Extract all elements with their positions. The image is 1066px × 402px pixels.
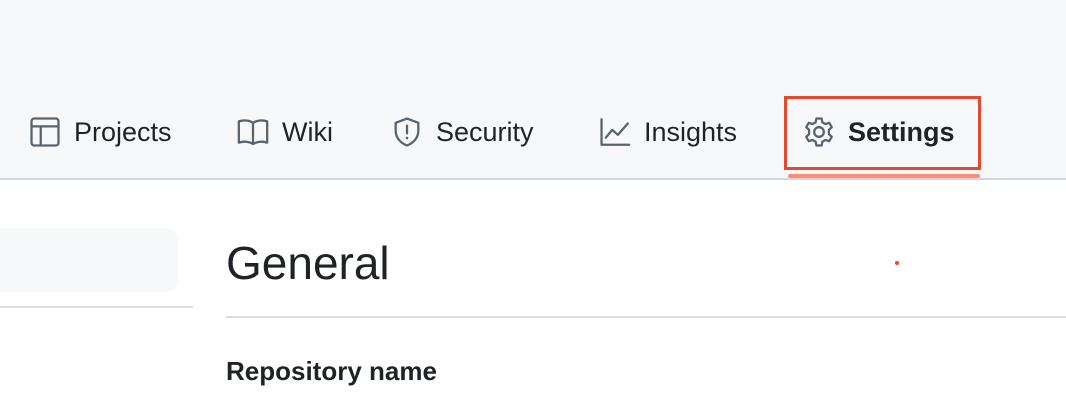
tab-security[interactable]: Security bbox=[390, 108, 534, 156]
repository-settings-page: Projects Wiki Security Insights Settings… bbox=[0, 0, 1066, 402]
tab-wiki[interactable]: Wiki bbox=[236, 108, 333, 156]
repository-name-label: Repository name bbox=[226, 356, 437, 386]
sidebar-filter-box[interactable] bbox=[0, 228, 178, 292]
marker-dot bbox=[895, 261, 899, 265]
tab-projects[interactable]: Projects bbox=[28, 108, 172, 156]
graph-icon bbox=[598, 115, 632, 149]
tab-security-label: Security bbox=[436, 116, 534, 147]
table-icon bbox=[28, 115, 62, 149]
gear-icon bbox=[802, 115, 836, 149]
book-icon bbox=[236, 115, 270, 149]
tab-insights[interactable]: Insights bbox=[598, 108, 737, 156]
sidebar-divider bbox=[0, 306, 193, 308]
repository-header: Projects Wiki Security Insights Settings bbox=[0, 0, 1066, 180]
shield-icon bbox=[390, 115, 424, 149]
title-divider bbox=[226, 316, 1066, 318]
selected-tab-indicator bbox=[788, 174, 980, 178]
tab-wiki-label: Wiki bbox=[282, 116, 333, 147]
tab-insights-label: Insights bbox=[644, 116, 738, 147]
page-title: General bbox=[226, 237, 390, 289]
tab-settings-label: Settings bbox=[848, 116, 955, 147]
tab-settings[interactable]: Settings bbox=[802, 108, 955, 156]
tab-projects-label: Projects bbox=[74, 116, 172, 147]
